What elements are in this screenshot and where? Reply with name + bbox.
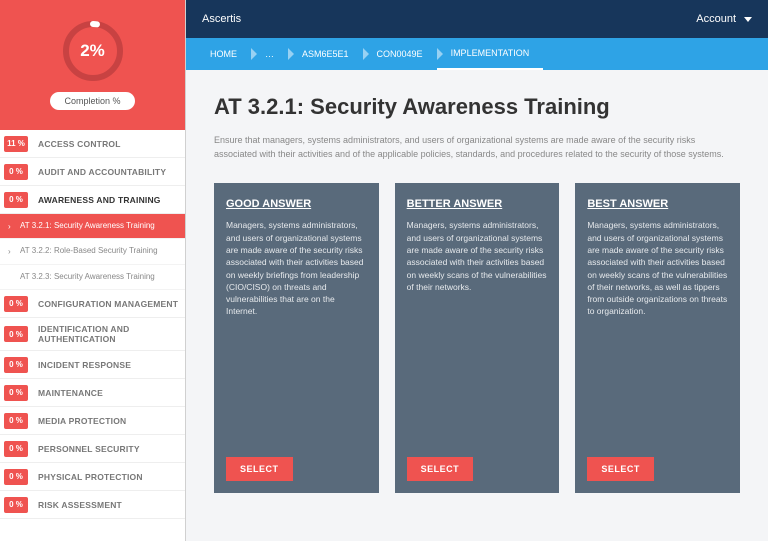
- subcategory-item[interactable]: AT 3.2.3: Security Awareness Training: [0, 265, 185, 290]
- answer-cards: GOOD ANSWER Managers, systems administra…: [214, 183, 740, 493]
- answer-card-better: BETTER ANSWER Managers, systems administ…: [395, 183, 560, 493]
- topbar: Ascertis Account: [186, 0, 768, 38]
- content: AT 3.2.1: Security Awareness Training En…: [186, 70, 768, 517]
- progress-badge: 0 %: [4, 192, 28, 208]
- category-label: MEDIA PROTECTION: [34, 410, 185, 432]
- progress-badge: 0 %: [4, 413, 28, 429]
- category-item[interactable]: 0 % CONFIGURATION MANAGEMENT: [0, 290, 185, 318]
- category-item[interactable]: 0 % INCIDENT RESPONSE: [0, 351, 185, 379]
- breadcrumb-item[interactable]: CON0049E: [363, 38, 437, 70]
- progress-badge: 0 %: [4, 469, 28, 485]
- category-label: AUDIT AND ACCOUNTABILITY: [34, 161, 185, 183]
- card-body: Managers, systems administrators, and us…: [587, 219, 728, 447]
- subcategory-label: AT 3.2.1: Security Awareness Training: [20, 221, 179, 231]
- breadcrumb-item[interactable]: …: [251, 38, 288, 70]
- card-body: Managers, systems administrators, and us…: [407, 219, 548, 447]
- answer-card-good: GOOD ANSWER Managers, systems administra…: [214, 183, 379, 493]
- sidebar: 2% Completion % 11 % ACCESS CONTROL 0 % AU…: [0, 0, 186, 541]
- chevron-right-icon: ›: [8, 222, 20, 231]
- select-button[interactable]: SELECT: [407, 457, 474, 481]
- category-item[interactable]: 0 % PHYSICAL PROTECTION: [0, 463, 185, 491]
- category-label: MAINTENANCE: [34, 382, 185, 404]
- category-list: 11 % ACCESS CONTROL 0 % AUDIT AND ACCOUNTA…: [0, 130, 185, 519]
- breadcrumb-item[interactable]: ASM6E5E1: [288, 38, 363, 70]
- category-item[interactable]: 0 % IDENTIFICATION AND AUTHENTICATION: [0, 318, 185, 351]
- breadcrumb-item[interactable]: IMPLEMENTATION: [437, 38, 544, 70]
- progress-badge: 0 %: [4, 357, 28, 373]
- progress-percent: 2%: [80, 41, 105, 61]
- progress-panel: 2% Completion %: [0, 0, 185, 130]
- card-body: Managers, systems administrators, and us…: [226, 219, 367, 447]
- category-item[interactable]: 0 % AUDIT AND ACCOUNTABILITY: [0, 158, 185, 186]
- progress-badge: 0 %: [4, 497, 28, 513]
- account-label: Account: [696, 13, 736, 25]
- category-item[interactable]: 0 % RISK ASSESSMENT: [0, 491, 185, 519]
- subcategory-item[interactable]: ›AT 3.2.1: Security Awareness Training: [0, 214, 185, 239]
- page-subtitle: Ensure that managers, systems administra…: [214, 134, 734, 161]
- category-label: ACCESS CONTROL: [34, 133, 185, 155]
- card-title: GOOD ANSWER: [226, 197, 367, 211]
- progress-ring: 2%: [62, 20, 124, 82]
- main-area: Ascertis Account HOME … ASM6E5E1 CON0049…: [186, 0, 768, 541]
- progress-badge: 0 %: [4, 441, 28, 457]
- account-menu[interactable]: Account: [696, 13, 752, 25]
- category-item[interactable]: 0 % MAINTENANCE: [0, 379, 185, 407]
- category-label: PERSONNEL SECURITY: [34, 438, 185, 460]
- caret-down-icon: [744, 17, 752, 22]
- subcategory-label: AT 3.2.3: Security Awareness Training: [20, 272, 179, 282]
- progress-badge: 0 %: [4, 385, 28, 401]
- answer-card-best: BEST ANSWER Managers, systems administra…: [575, 183, 740, 493]
- category-item[interactable]: 0 % PERSONNEL SECURITY: [0, 435, 185, 463]
- select-button[interactable]: SELECT: [226, 457, 293, 481]
- breadcrumb: HOME … ASM6E5E1 CON0049E IMPLEMENTATION: [186, 38, 768, 70]
- card-title: BETTER ANSWER: [407, 197, 548, 211]
- category-label: CONFIGURATION MANAGEMENT: [34, 293, 185, 315]
- completion-pill[interactable]: Completion %: [50, 92, 134, 110]
- category-item[interactable]: 11 % ACCESS CONTROL: [0, 130, 185, 158]
- subcategory-item[interactable]: ›AT 3.2.2: Role-Based Security Training: [0, 239, 185, 264]
- progress-badge: 0 %: [4, 326, 28, 342]
- card-title: BEST ANSWER: [587, 197, 728, 211]
- category-label: AWARENESS AND TRAINING: [34, 189, 185, 211]
- progress-badge: 0 %: [4, 296, 28, 312]
- progress-badge: 0 %: [4, 164, 28, 180]
- category-label: RISK ASSESSMENT: [34, 494, 185, 516]
- category-label: INCIDENT RESPONSE: [34, 354, 185, 376]
- breadcrumb-item[interactable]: HOME: [196, 38, 251, 70]
- brand-label: Ascertis: [202, 13, 241, 25]
- category-label: PHYSICAL PROTECTION: [34, 466, 185, 488]
- category-item[interactable]: 0 % AWARENESS AND TRAINING: [0, 186, 185, 214]
- category-item[interactable]: 0 % MEDIA PROTECTION: [0, 407, 185, 435]
- category-label: IDENTIFICATION AND AUTHENTICATION: [34, 318, 185, 350]
- progress-badge: 11 %: [4, 136, 28, 152]
- page-title: AT 3.2.1: Security Awareness Training: [214, 94, 740, 120]
- subcategory-label: AT 3.2.2: Role-Based Security Training: [20, 246, 179, 256]
- app-root: 2% Completion % 11 % ACCESS CONTROL 0 % AU…: [0, 0, 768, 541]
- chevron-right-icon: ›: [8, 247, 20, 256]
- select-button[interactable]: SELECT: [587, 457, 654, 481]
